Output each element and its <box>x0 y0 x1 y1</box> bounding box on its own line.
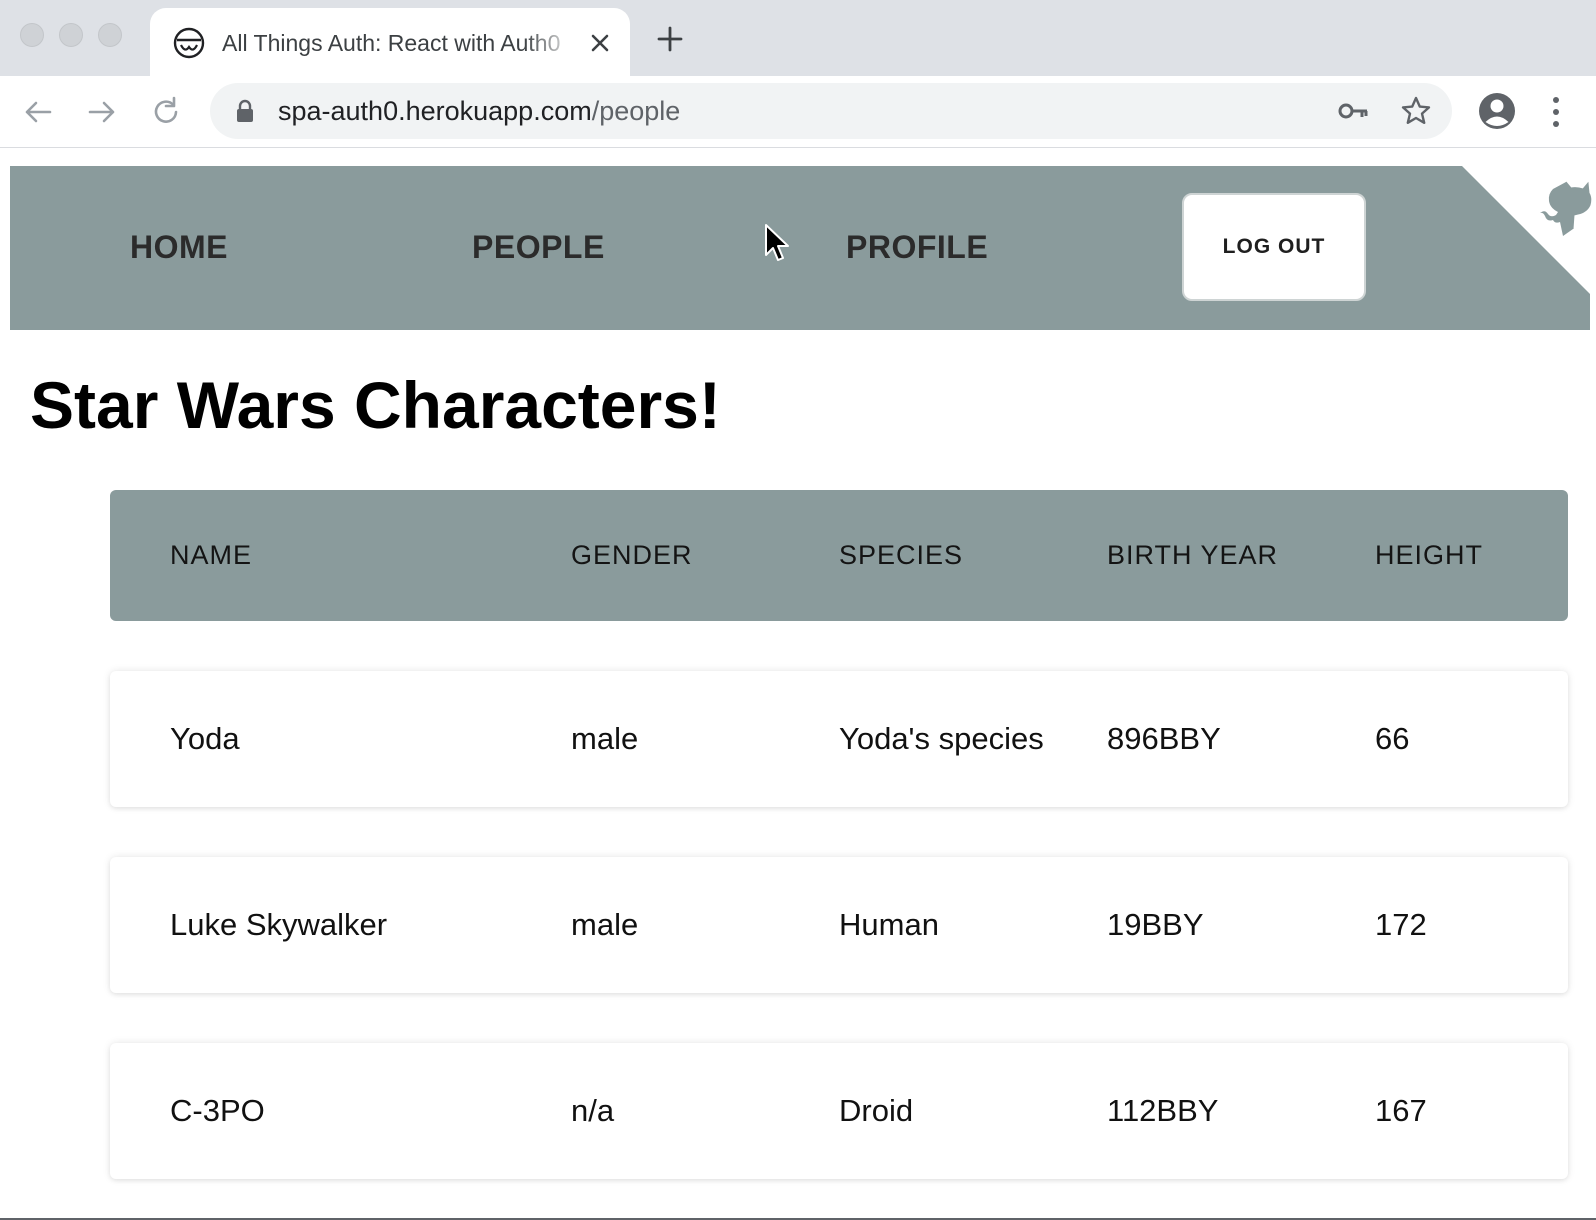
window-zoom-dot[interactable] <box>98 23 122 47</box>
cell-birth-year: 19BBY <box>1107 907 1204 942</box>
browser-tab-strip: All Things Auth: React with Auth0 <box>0 0 1596 76</box>
column-header-height: HEIGHT <box>1375 540 1484 570</box>
close-icon[interactable] <box>587 30 613 56</box>
forward-arrow-icon[interactable] <box>84 94 120 130</box>
column-header-gender: GENDER <box>571 540 693 570</box>
table-row: Luke Skywalker male Human 19BBY 172 <box>110 857 1568 993</box>
logout-button[interactable]: LOG OUT <box>1182 193 1366 301</box>
menu-icon[interactable] <box>1548 93 1564 131</box>
cell-name: Yoda <box>170 721 240 756</box>
window-minimize-dot[interactable] <box>59 23 83 47</box>
cell-birth-year: 112BBY <box>1107 1093 1219 1128</box>
table-row: Yoda male Yoda's species 896BBY 66 <box>110 671 1568 807</box>
cell-species: Droid <box>839 1093 914 1128</box>
cell-gender: male <box>571 907 639 942</box>
column-header-species: SPECIES <box>839 540 964 570</box>
url-text[interactable]: spa-auth0.herokuapp.com/people <box>278 95 680 127</box>
cell-height: 66 <box>1375 721 1410 756</box>
nav-link-people[interactable]: PEOPLE <box>472 225 605 269</box>
address-bar[interactable]: spa-auth0.herokuapp.com/people <box>210 83 1452 139</box>
characters-table: NAME GENDER SPECIES BIRTH YEAR HEIGHT Yo… <box>110 490 1568 1179</box>
nav-link-home[interactable]: HOME <box>130 225 228 269</box>
cell-gender: n/a <box>571 1093 615 1128</box>
cell-name: C-3PO <box>170 1093 265 1128</box>
plus-icon[interactable] <box>655 24 685 54</box>
back-arrow-icon[interactable] <box>20 94 56 130</box>
key-icon[interactable] <box>1337 97 1369 125</box>
url-host: spa-auth0.herokuapp.com <box>278 96 592 126</box>
profile-icon[interactable] <box>1477 91 1517 131</box>
github-octocat-icon[interactable] <box>1520 174 1592 246</box>
tab-title: All Things Auth: React with Auth0 <box>222 30 561 56</box>
table-row: C-3PO n/a Droid 112BBY 167 <box>110 1043 1568 1179</box>
browser-toolbar: spa-auth0.herokuapp.com/people <box>0 76 1596 148</box>
table-header: NAME GENDER SPECIES BIRTH YEAR HEIGHT <box>110 490 1568 621</box>
site-navbar: HOME PEOPLE PROFILE LOG OUT <box>10 166 1592 330</box>
cell-gender: male <box>571 721 639 756</box>
cell-species: Human <box>839 907 939 942</box>
cell-height: 172 <box>1375 907 1427 942</box>
nav-link-profile[interactable]: PROFILE <box>846 225 988 269</box>
column-header-name: NAME <box>170 540 253 570</box>
reload-icon[interactable] <box>148 94 184 130</box>
star-icon[interactable] <box>1400 95 1432 127</box>
spa-globe-icon <box>173 27 205 59</box>
url-path: /people <box>591 96 681 126</box>
cell-species: Yoda's species <box>839 721 1044 756</box>
lock-icon[interactable] <box>234 99 256 123</box>
cell-birth-year: 896BBY <box>1107 721 1221 756</box>
cell-height: 167 <box>1375 1093 1427 1128</box>
column-header-birth-year: BIRTH YEAR <box>1107 540 1279 570</box>
cell-name: Luke Skywalker <box>170 907 388 942</box>
window-close-dot[interactable] <box>20 23 44 47</box>
page-title: Star Wars Characters! <box>30 368 721 442</box>
browser-tab-active[interactable]: All Things Auth: React with Auth0 <box>150 8 630 76</box>
page-viewport: HOME PEOPLE PROFILE LOG OUT Star Wars Ch… <box>0 149 1596 1220</box>
